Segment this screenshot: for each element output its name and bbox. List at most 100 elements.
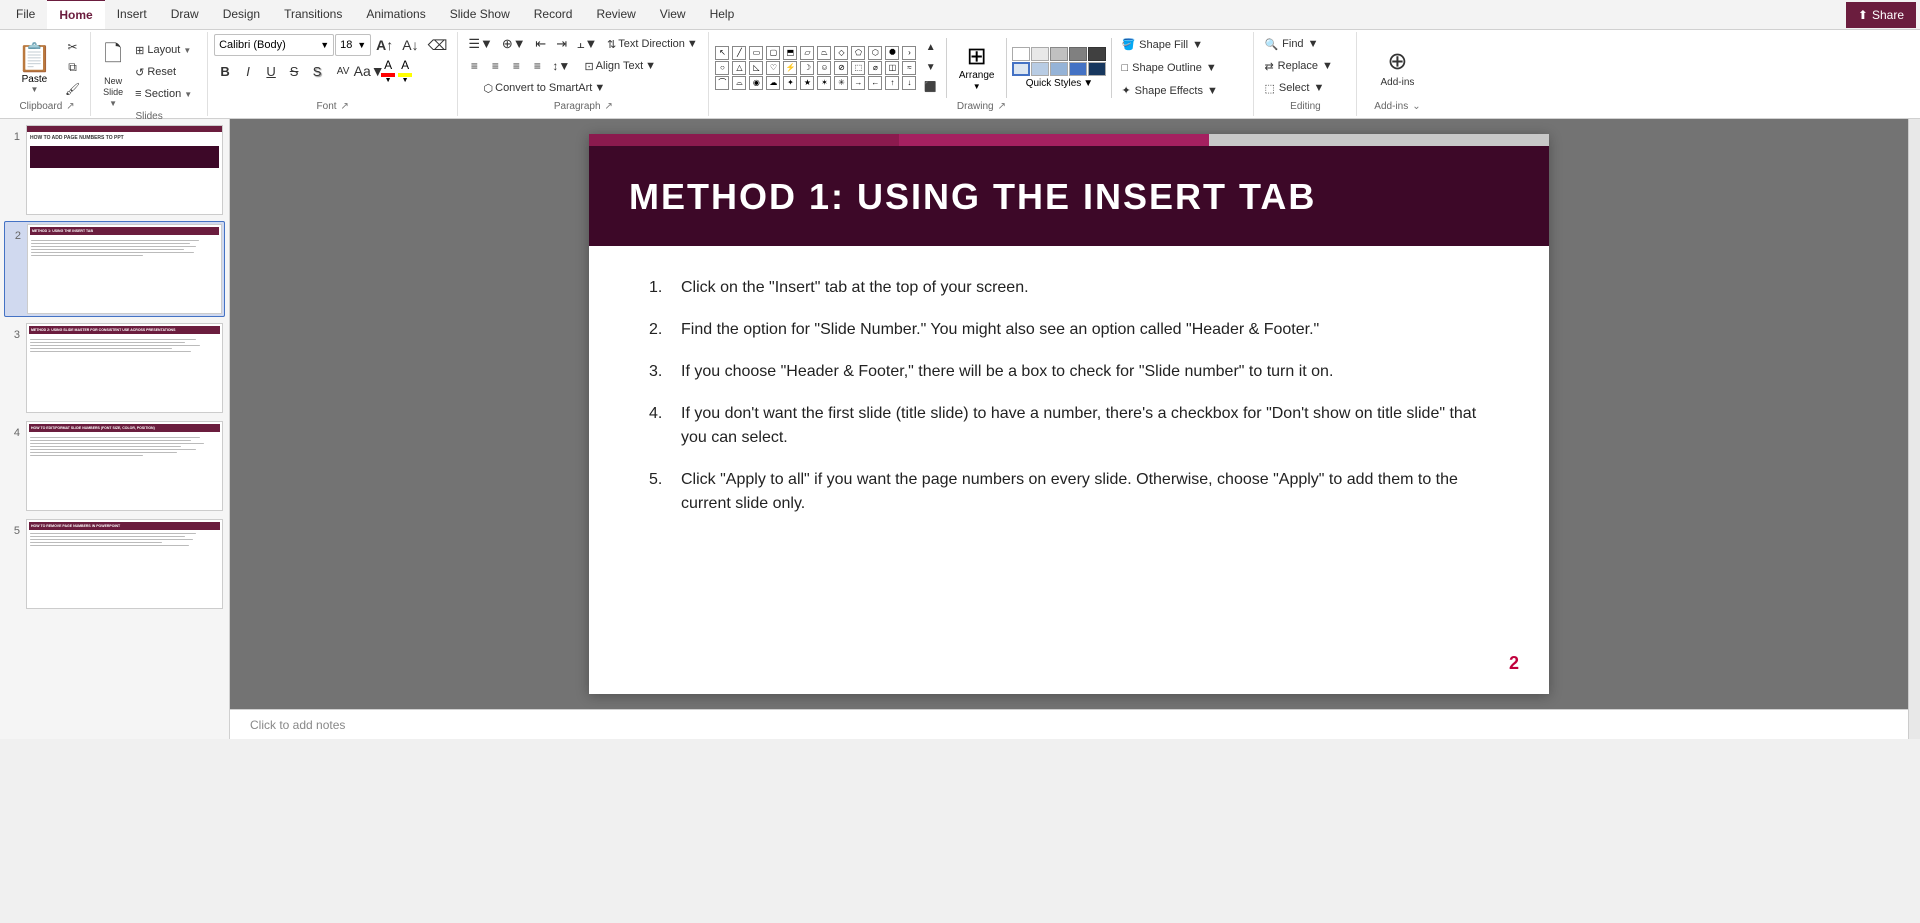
shape-bevel[interactable]: ◫ bbox=[885, 61, 899, 75]
shape-effects-button[interactable]: ✦ Shape Effects ▼ bbox=[1117, 81, 1247, 101]
slide-thumb-1[interactable]: 1 HOW TO ADD PAGE NUMBERS TO PPT bbox=[4, 123, 225, 217]
shape-no[interactable]: ⊘ bbox=[834, 61, 848, 75]
font-expander[interactable]: ↗ bbox=[341, 101, 349, 112]
shape-arrow-r[interactable]: → bbox=[851, 76, 865, 90]
shape-trapezoid[interactable]: ⏢ bbox=[817, 46, 831, 60]
shape-smiley[interactable]: ☺ bbox=[817, 61, 831, 75]
find-button[interactable]: 🔍 Find ▼ bbox=[1260, 34, 1350, 54]
right-scrollbar[interactable] bbox=[1908, 119, 1920, 739]
shape-parallelogram[interactable]: ▱ bbox=[800, 46, 814, 60]
font-increase-button[interactable]: A↑ bbox=[372, 35, 397, 55]
bold-button[interactable]: B bbox=[214, 61, 236, 81]
shape-star4[interactable]: ✦ bbox=[783, 76, 797, 90]
font-family-selector[interactable]: Calibri (Body) ▼ bbox=[214, 34, 334, 56]
qs-cell-2[interactable] bbox=[1031, 47, 1049, 61]
shapes-scroll-up[interactable]: ▲ bbox=[920, 38, 940, 58]
line-spacing-button[interactable]: ↕▼ bbox=[548, 56, 574, 76]
drawing-expander[interactable]: ↗ bbox=[998, 101, 1006, 112]
shape-rounded-rect[interactable]: ▢ bbox=[766, 46, 780, 60]
shape-chord[interactable]: ⌓ bbox=[732, 76, 746, 90]
underline-button[interactable]: U bbox=[260, 61, 282, 81]
shape-hexagon[interactable]: ⬡ bbox=[868, 46, 882, 60]
slide-thumb-5[interactable]: 5 HOW TO REMOVE PAGE NUMBERS IN POWERPOI… bbox=[4, 517, 225, 611]
shape-pentagon[interactable]: ⬠ bbox=[851, 46, 865, 60]
addins-button[interactable]: ⊕ Add-ins bbox=[1376, 44, 1420, 91]
shape-can[interactable]: ⌀ bbox=[868, 61, 882, 75]
align-left-button[interactable]: ≡ bbox=[464, 56, 484, 76]
shape-rtriangle[interactable]: ◺ bbox=[749, 61, 763, 75]
tab-design[interactable]: Design bbox=[211, 0, 272, 29]
shadow-button[interactable]: S bbox=[306, 61, 328, 81]
shape-star6[interactable]: ✶ bbox=[817, 76, 831, 90]
shape-outline-button[interactable]: □ Shape Outline ▼ bbox=[1117, 58, 1247, 78]
numbering-button[interactable]: ⊕▼ bbox=[498, 34, 530, 54]
align-center-button[interactable]: ≡ bbox=[485, 56, 505, 76]
shape-arrow-d[interactable]: ↓ bbox=[902, 76, 916, 90]
format-painter-button[interactable]: 🖌 bbox=[61, 79, 84, 99]
tab-record[interactable]: Record bbox=[522, 0, 585, 29]
section-button[interactable]: ≡ Section ▼ bbox=[131, 84, 201, 104]
qs-cell-5[interactable] bbox=[1088, 47, 1106, 61]
tab-view[interactable]: View bbox=[648, 0, 698, 29]
shape-line[interactable]: ╱ bbox=[732, 46, 746, 60]
shape-snip-rect[interactable]: ⬒ bbox=[783, 46, 797, 60]
select-button[interactable]: ⬚ Select ▼ bbox=[1260, 78, 1350, 98]
font-size-dropdown[interactable]: ▼ bbox=[357, 40, 366, 50]
align-right-button[interactable]: ≡ bbox=[506, 56, 526, 76]
shape-rect[interactable]: ▭ bbox=[749, 46, 763, 60]
increase-indent-button[interactable]: ⇥ bbox=[552, 34, 572, 54]
shape-donut[interactable]: ◉ bbox=[749, 76, 763, 90]
shape-arc[interactable]: ⌒ bbox=[715, 76, 729, 90]
slide-thumb-3[interactable]: 3 METHOD 2: USING SLIDE MASTER FOR CONSI… bbox=[4, 321, 225, 415]
shape-octagon[interactable]: ⯃ bbox=[885, 46, 899, 60]
font-decrease-button[interactable]: A↓ bbox=[398, 35, 422, 55]
font-family-dropdown[interactable]: ▼ bbox=[320, 40, 329, 50]
convert-smartart-button[interactable]: ⬡ Convert to SmartArt ▼ bbox=[464, 78, 624, 98]
share-button[interactable]: ⬆ Share bbox=[1846, 2, 1916, 28]
tab-transitions[interactable]: Transitions bbox=[272, 0, 354, 29]
qs-cell-8[interactable] bbox=[1050, 62, 1068, 76]
shape-moon[interactable]: ☽ bbox=[800, 61, 814, 75]
notes-bar[interactable]: Click to add notes bbox=[230, 709, 1908, 739]
italic-button[interactable]: I bbox=[237, 61, 259, 81]
shapes-scroll-down[interactable]: ▼ bbox=[920, 58, 940, 78]
shape-fill-button[interactable]: 🪣 Shape Fill ▼ bbox=[1117, 35, 1247, 55]
shape-star8[interactable]: ✳ bbox=[834, 76, 848, 90]
tab-file[interactable]: File bbox=[4, 0, 47, 29]
tab-review[interactable]: Review bbox=[584, 0, 647, 29]
bullets-button[interactable]: ☰▼ bbox=[464, 34, 497, 54]
qs-cell-3[interactable] bbox=[1050, 47, 1068, 61]
copy-button[interactable]: ⧉ bbox=[61, 58, 84, 78]
paste-dropdown-arrow[interactable]: ▼ bbox=[30, 85, 38, 94]
strikethrough-button[interactable]: S bbox=[283, 61, 305, 81]
new-slide-dropdown[interactable]: ▼ bbox=[109, 99, 117, 108]
clipboard-expander[interactable]: ↗ bbox=[66, 101, 74, 112]
shape-arrow-u[interactable]: ↑ bbox=[885, 76, 899, 90]
tab-help[interactable]: Help bbox=[698, 0, 747, 29]
shape-arrow-l[interactable]: ← bbox=[868, 76, 882, 90]
layout-button[interactable]: ⊞ Layout ▼ bbox=[131, 40, 201, 60]
qs-cell-4[interactable] bbox=[1069, 47, 1087, 61]
clear-formatting-button[interactable]: ⌫ bbox=[424, 35, 452, 55]
tab-home[interactable]: Home bbox=[47, 0, 104, 29]
slide-thumb-4[interactable]: 4 HOW TO EDIT/FORMAT SLIDE NUMBERS (FONT… bbox=[4, 419, 225, 513]
cut-button[interactable]: ✂ bbox=[61, 37, 84, 57]
align-text-button[interactable]: ⊡ Align Text ▼ bbox=[575, 56, 665, 76]
shape-cube[interactable]: ⬚ bbox=[851, 61, 865, 75]
shape-callout1[interactable]: ☁ bbox=[766, 76, 780, 90]
shape-wave[interactable]: ≈ bbox=[902, 61, 916, 75]
qs-cell-10[interactable] bbox=[1088, 62, 1106, 76]
justify-button[interactable]: ≡ bbox=[527, 56, 547, 76]
columns-button[interactable]: ⫠▼ bbox=[573, 34, 602, 54]
paste-button[interactable]: 📋 Paste ▼ bbox=[10, 38, 59, 97]
shape-star5[interactable]: ★ bbox=[800, 76, 814, 90]
reset-button[interactable]: ↺ Reset bbox=[131, 62, 201, 82]
replace-button[interactable]: ⇄ Replace ▼ bbox=[1260, 56, 1350, 76]
tab-animations[interactable]: Animations bbox=[354, 0, 437, 29]
arrange-button[interactable]: ⊞ Arrange ▼ bbox=[952, 42, 1002, 94]
tab-insert[interactable]: Insert bbox=[105, 0, 159, 29]
decrease-indent-button[interactable]: ⇤ bbox=[531, 34, 551, 54]
shape-chevron[interactable]: › bbox=[902, 46, 916, 60]
paragraph-expander[interactable]: ↗ bbox=[605, 101, 613, 112]
text-direction-button[interactable]: ⇅ Text Direction ▼ bbox=[602, 34, 702, 54]
